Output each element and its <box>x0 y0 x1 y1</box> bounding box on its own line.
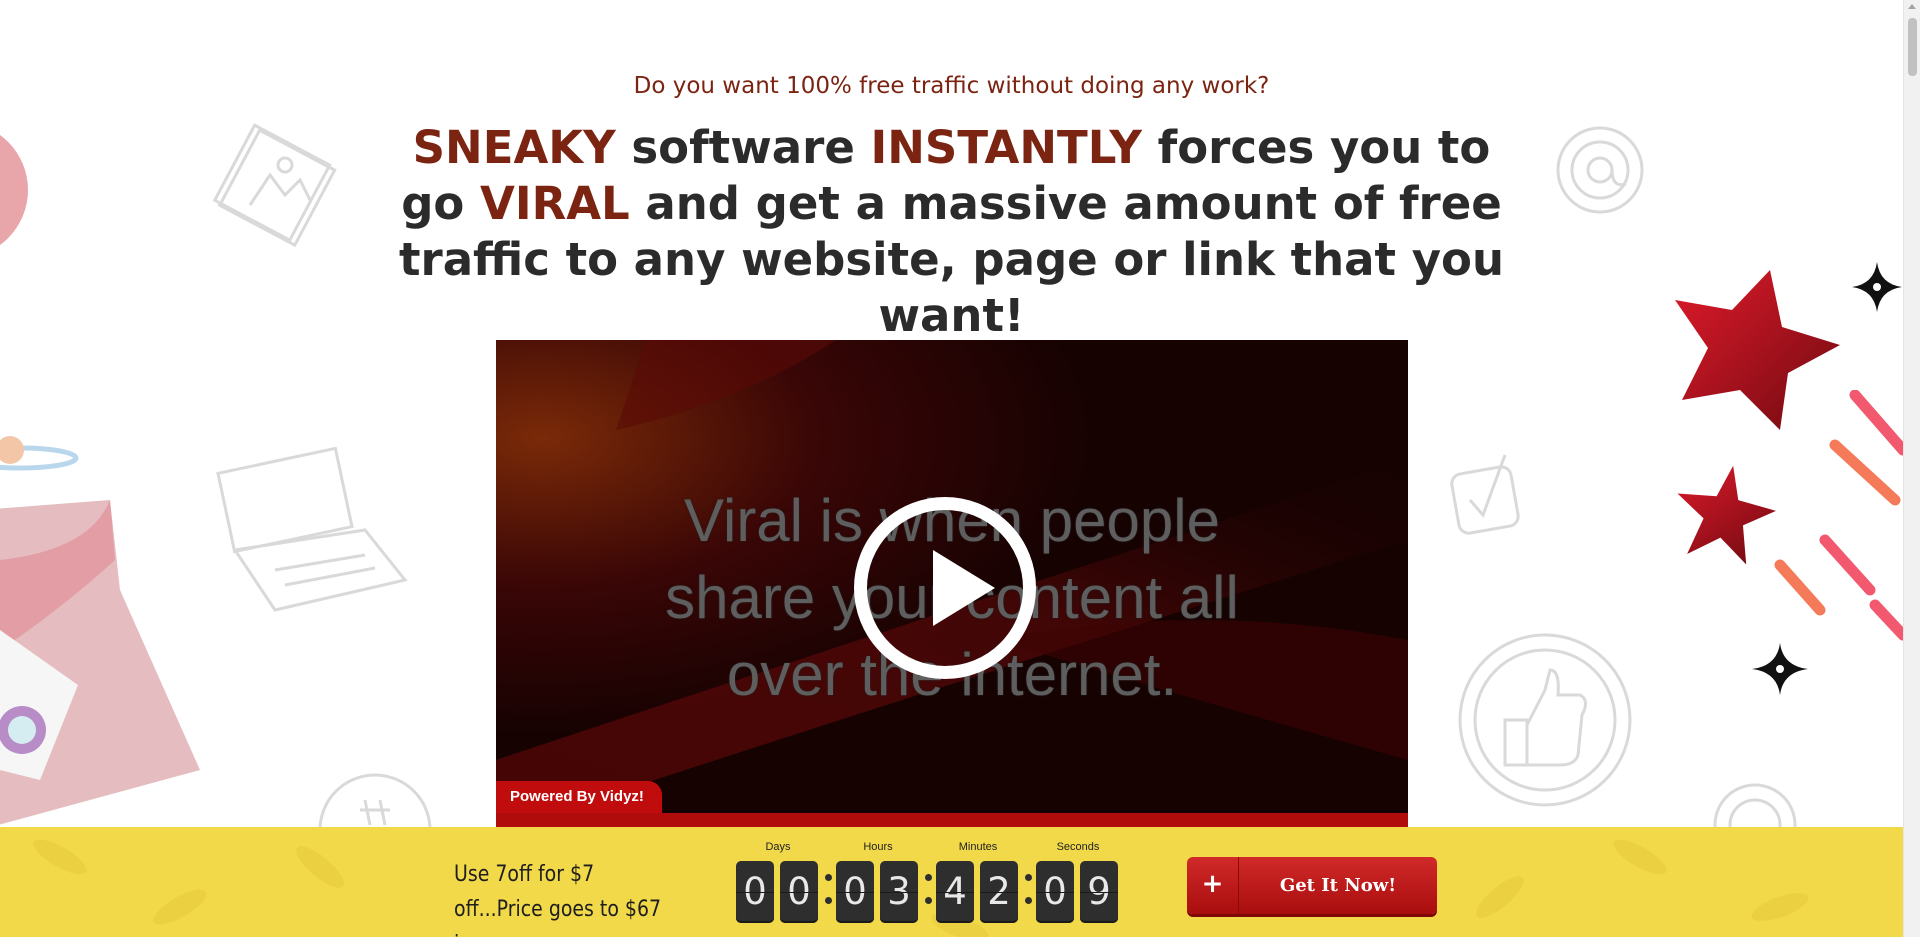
colon-separator <box>1025 874 1033 920</box>
hours-label: Hours <box>863 841 893 853</box>
colon-separator <box>925 874 933 920</box>
page-scrollbar[interactable] <box>1903 0 1920 937</box>
headline-highlight-sneaky: SNEAKY <box>412 121 616 174</box>
partial-doodle-icon-right <box>1713 783 1797 830</box>
powered-by-badge[interactable]: Powered By Vidyz! <box>496 781 662 813</box>
hours-digit-2: 3 <box>880 861 918 923</box>
headline-text-1: software <box>615 121 871 174</box>
laptop-doodle-icon <box>216 446 408 612</box>
seconds-digit-2: 9 <box>1080 861 1118 923</box>
days-digit-1: 0 <box>736 861 774 923</box>
seconds-label: Seconds <box>1056 841 1100 853</box>
cta-label: Get It Now! <box>1279 875 1397 896</box>
days-digit-2: 0 <box>780 861 818 923</box>
headline-highlight-viral: VIRAL <box>480 177 630 230</box>
video-player[interactable]: Viral is when people share your content … <box>496 340 1408 832</box>
scroll-thumb[interactable] <box>1908 18 1917 76</box>
minutes-label: Minutes <box>958 841 998 853</box>
at-sign-doodle-icon <box>1556 126 1644 214</box>
rocket-illustration <box>0 135 200 825</box>
thumbs-up-doodle-icon <box>1458 633 1632 807</box>
minutes-digit-1: 4 <box>936 861 974 923</box>
minutes-digit-2: 2 <box>980 861 1018 923</box>
promo-text: Use 7off for $7 off...Price goes to $67 … <box>454 862 662 937</box>
main-headline: SNEAKY software INSTANTLY forces you to … <box>380 120 1523 344</box>
headline-highlight-instantly: INSTANTLY <box>870 121 1142 174</box>
plus-icon: + <box>1187 857 1239 914</box>
checkbox-doodle-icon <box>1450 454 1520 535</box>
scroll-up-arrow-icon[interactable] <box>1908 4 1916 9</box>
star-icon-small <box>1677 465 1776 565</box>
photo-doodle-icon <box>212 123 337 248</box>
hours-digit-1: 0 <box>836 861 874 923</box>
sparkle-icon-2 <box>1752 643 1808 695</box>
sticky-offer-bar: Use 7off for $7 off...Price goes to $67 … <box>0 827 1903 937</box>
pre-headline: Do you want 100% free traffic without do… <box>633 73 1270 99</box>
partial-doodle-icon <box>318 773 432 830</box>
sparkle-icon <box>1852 262 1902 312</box>
get-it-now-button[interactable]: + Get It Now! <box>1187 857 1437 914</box>
play-button[interactable] <box>854 497 1036 679</box>
play-icon <box>933 550 995 626</box>
seconds-digit-1: 0 <box>1036 861 1074 923</box>
colon-separator <box>825 874 833 920</box>
days-label: Days <box>765 841 791 853</box>
streak-lines <box>1774 390 1903 641</box>
